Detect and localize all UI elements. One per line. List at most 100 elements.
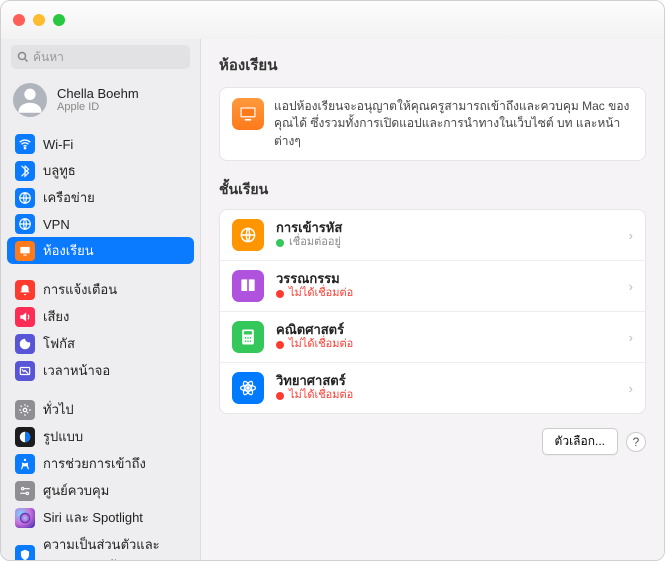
controlcenter-icon (15, 481, 35, 501)
focus-icon (15, 334, 35, 354)
info-card: แอปห้องเรียนจะอนุญาตให้คุณครูสามารถเข้าถ… (219, 87, 646, 161)
class-status: ไม่ได้เชื่อมต่อ (276, 389, 617, 403)
avatar (13, 83, 47, 117)
class-name: วรรณกรรม (276, 271, 617, 287)
chevron-right-icon: › (629, 330, 633, 345)
settings-window: Chella Boehm Apple ID Wi-Fi บลูทูธเครือข่… (0, 0, 665, 561)
sidebar-item-label: การช่วยการเข้าถึง (43, 453, 146, 474)
status-text: เชื่อมต่ออยู่ (289, 236, 341, 250)
options-button[interactable]: ตัวเลือก... (542, 428, 618, 455)
window-body: Chella Boehm Apple ID Wi-Fi บลูทูธเครือข่… (1, 39, 664, 560)
wifi-icon (15, 134, 35, 154)
search-container (1, 39, 200, 77)
general-icon (15, 400, 35, 420)
bluetooth-icon (15, 161, 35, 181)
account-row[interactable]: Chella Boehm Apple ID (1, 77, 200, 129)
titlebar (1, 1, 664, 39)
class-row[interactable]: การเข้ารหัสเชื่อมต่ออยู่ › (220, 210, 645, 261)
chevron-right-icon: › (629, 228, 633, 243)
class-row[interactable]: คณิตศาสตร์ไม่ได้เชื่อมต่อ › (220, 312, 645, 363)
sidebar-section: การแจ้งเตือนเสียงโฟกัสเวลาหน้าจอ (1, 274, 200, 386)
status-dot (276, 341, 284, 349)
class-info: การเข้ารหัสเชื่อมต่ออยู่ (276, 220, 617, 250)
sidebar-item-label: ทั่วไป (43, 399, 74, 420)
minimize-window-button[interactable] (33, 14, 45, 26)
account-name: Chella Boehm (57, 86, 139, 102)
sidebar-item-bluetooth[interactable]: บลูทูธ (7, 157, 194, 184)
sidebar-item-siri[interactable]: Siri และ Spotlight (7, 504, 194, 531)
sound-icon (15, 307, 35, 327)
class-status: ไม่ได้เชื่อมต่อ (276, 338, 617, 352)
sidebar-item-network[interactable]: เครือข่าย (7, 184, 194, 211)
sidebar-item-controlcenter[interactable]: ศูนย์ควบคุม (7, 477, 194, 504)
calc-icon (232, 321, 264, 353)
chalkboard-icon (238, 104, 258, 124)
notifications-icon (15, 280, 35, 300)
sidebar-item-label: VPN (43, 217, 70, 232)
class-row[interactable]: วรรณกรรมไม่ได้เชื่อมต่อ › (220, 261, 645, 312)
help-button[interactable]: ? (626, 432, 646, 452)
sidebar-item-general[interactable]: ทั่วไป (7, 396, 194, 423)
book-icon (232, 270, 264, 302)
status-text: ไม่ได้เชื่อมต่อ (289, 287, 353, 301)
status-dot (276, 290, 284, 298)
globe-icon (232, 219, 264, 251)
status-dot (276, 392, 284, 400)
class-list: การเข้ารหัสเชื่อมต่ออยู่›วรรณกรรมไม่ได้เ… (219, 209, 646, 414)
class-row[interactable]: วิทยาศาสตร์ไม่ได้เชื่อมต่อ › (220, 363, 645, 413)
sidebar-item-vpn[interactable]: VPN (7, 211, 194, 237)
account-text: Chella Boehm Apple ID (57, 86, 139, 115)
footer-row: ตัวเลือก... ? (219, 428, 646, 455)
search-input[interactable] (11, 45, 190, 69)
person-icon (13, 83, 47, 117)
sidebar-item-classroom[interactable]: ห้องเรียน (7, 237, 194, 264)
sidebar-item-label: ศูนย์ควบคุม (43, 480, 109, 501)
sidebar-section: ทั่วไปรูปแบบการช่วยการเข้าถึงศูนย์ควบคุม… (1, 394, 200, 560)
sidebar-section: Wi-Fi บลูทูธเครือข่าย VPN ห้องเรียน (1, 129, 200, 266)
zoom-window-button[interactable] (53, 14, 65, 26)
sidebar: Chella Boehm Apple ID Wi-Fi บลูทูธเครือข่… (1, 39, 201, 560)
sidebar-item-label: บลูทูธ (43, 160, 76, 181)
sidebar-item-label: การแจ้งเตือน (43, 279, 117, 300)
sidebar-item-appearance[interactable]: รูปแบบ (7, 423, 194, 450)
sidebar-item-label: เครือข่าย (43, 187, 95, 208)
class-name: การเข้ารหัส (276, 220, 617, 236)
sidebar-item-label: Wi-Fi (43, 137, 73, 152)
class-info: วิทยาศาสตร์ไม่ได้เชื่อมต่อ (276, 373, 617, 403)
class-name: วิทยาศาสตร์ (276, 373, 617, 389)
classroom-app-icon (232, 98, 264, 130)
classes-header: ชั้นเรียน (219, 179, 646, 201)
class-status: ไม่ได้เชื่อมต่อ (276, 287, 617, 301)
status-text: ไม่ได้เชื่อมต่อ (289, 389, 353, 403)
sidebar-item-notifications[interactable]: การแจ้งเตือน (7, 276, 194, 303)
chevron-right-icon: › (629, 279, 633, 294)
close-window-button[interactable] (13, 14, 25, 26)
account-sub: Apple ID (57, 101, 139, 114)
privacy-icon (15, 545, 35, 560)
status-dot (276, 239, 284, 247)
sidebar-item-wifi[interactable]: Wi-Fi (7, 131, 194, 157)
class-status: เชื่อมต่ออยู่ (276, 236, 617, 250)
class-info: วรรณกรรมไม่ได้เชื่อมต่อ (276, 271, 617, 301)
classroom-icon (15, 241, 35, 261)
sidebar-item-privacy[interactable]: ความเป็นส่วนตัวและความปลอดภัย (7, 531, 194, 560)
sidebar-item-label: ห้องเรียน (43, 240, 94, 261)
info-text: แอปห้องเรียนจะอนุญาตให้คุณครูสามารถเข้าถ… (274, 98, 633, 150)
network-icon (15, 188, 35, 208)
class-name: คณิตศาสตร์ (276, 322, 617, 338)
sidebar-item-label: โฟกัส (43, 333, 75, 354)
siri-icon (15, 508, 35, 528)
atom-icon (232, 372, 264, 404)
traffic-lights (13, 14, 65, 26)
sidebar-item-focus[interactable]: โฟกัส (7, 330, 194, 357)
chevron-right-icon: › (629, 381, 633, 396)
sidebar-item-label: Siri และ Spotlight (43, 507, 143, 528)
sidebar-item-label: รูปแบบ (43, 426, 83, 447)
status-text: ไม่ได้เชื่อมต่อ (289, 338, 353, 352)
vpn-icon (15, 214, 35, 234)
sidebar-item-sound[interactable]: เสียง (7, 303, 194, 330)
accessibility-icon (15, 454, 35, 474)
sidebar-item-screentime[interactable]: เวลาหน้าจอ (7, 357, 194, 384)
sidebar-item-accessibility[interactable]: การช่วยการเข้าถึง (7, 450, 194, 477)
content-area: ห้องเรียน แอปห้องเรียนจะอนุญาตให้คุณครูส… (201, 39, 664, 560)
